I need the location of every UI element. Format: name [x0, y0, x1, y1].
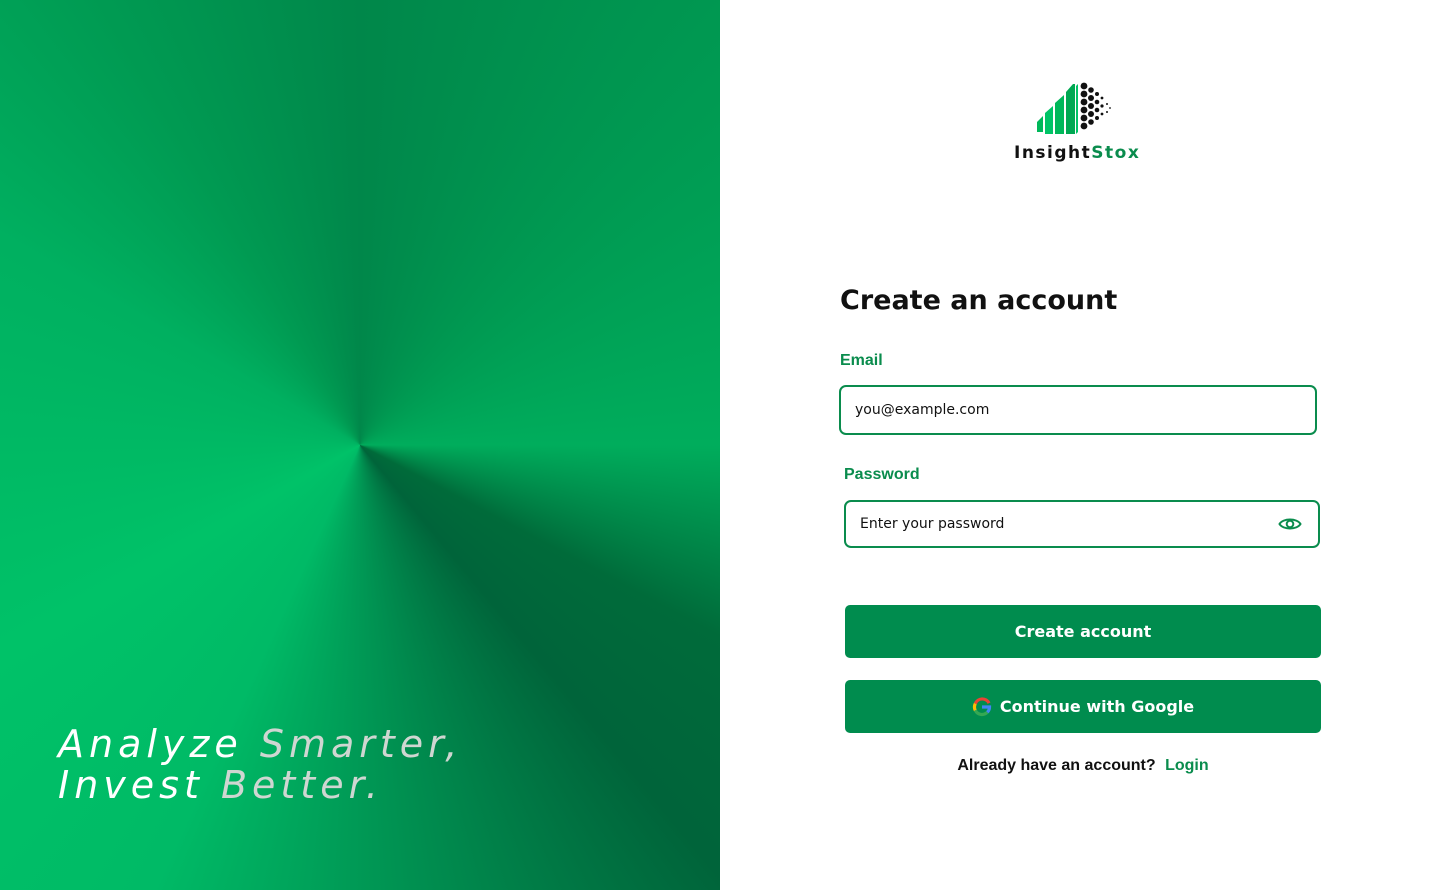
password-field[interactable]	[860, 502, 1260, 546]
brand-name: InsightStox	[1014, 143, 1140, 163]
login-link[interactable]: Login	[1165, 757, 1209, 774]
logo-mark-icon	[1037, 82, 1111, 134]
tagline-word: Invest	[58, 763, 204, 807]
tagline-word: Analyze	[58, 722, 243, 766]
tagline-word: Smarter,	[259, 722, 463, 766]
brand-name-part: Stox	[1091, 143, 1141, 163]
email-label: Email	[840, 352, 883, 369]
tagline-line-2: Invest Better.	[58, 765, 462, 806]
tagline-line-1: Analyze Smarter,	[58, 724, 462, 765]
login-prompt-row: Already have an account? Login	[845, 757, 1321, 775]
password-field-box	[844, 500, 1320, 548]
google-icon	[972, 696, 992, 717]
email-field-box	[839, 385, 1317, 435]
password-label: Password	[844, 466, 920, 483]
brand-name-part: Insight	[1014, 143, 1092, 163]
login-prompt: Already have an account?	[957, 757, 1156, 774]
create-account-label: Create account	[1014, 622, 1152, 641]
google-button-label: Continue with Google	[999, 697, 1195, 716]
hero-tagline: Analyze Smarter, Invest Better.	[58, 724, 462, 806]
tagline-word: Better.	[220, 763, 383, 807]
email-field[interactable]	[855, 387, 1295, 433]
eye-icon[interactable]	[1278, 515, 1302, 538]
google-signin-button[interactable]: Continue with Google	[845, 680, 1321, 733]
hero-panel: Analyze Smarter, Invest Better.	[0, 0, 720, 890]
page-title: Create an account	[840, 285, 1118, 316]
create-account-button[interactable]: Create account	[845, 605, 1321, 658]
